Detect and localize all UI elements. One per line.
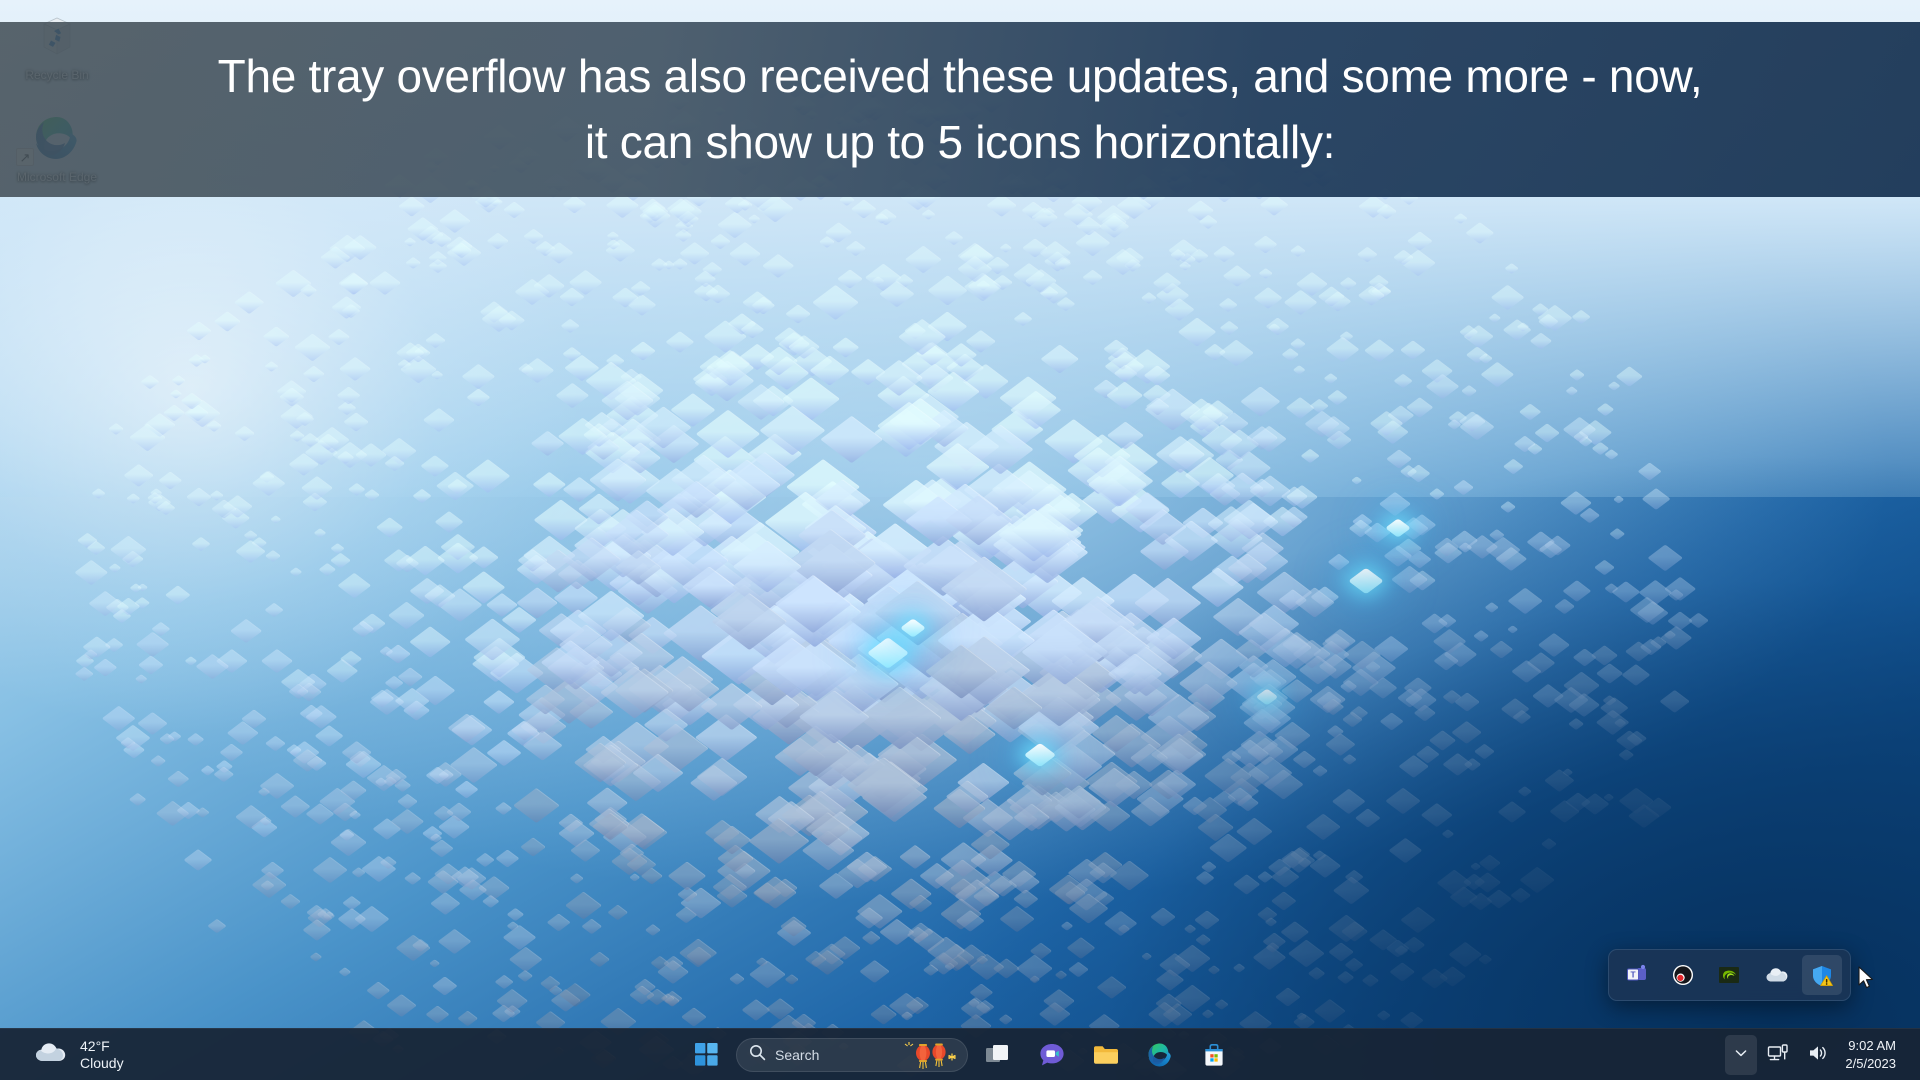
- clock-time: 9:02 AM: [1848, 1038, 1896, 1054]
- svg-text:T: T: [1631, 969, 1637, 979]
- tray-item-windows-security[interactable]: [1801, 955, 1842, 995]
- onedrive-icon: [1765, 964, 1788, 986]
- taskbar-search-box[interactable]: Search: [736, 1037, 968, 1072]
- taskbar-app-microsoft-store[interactable]: [1190, 1033, 1238, 1077]
- tray-overflow-flyout[interactable]: T: [1608, 949, 1851, 1001]
- banner-line-1: The tray overflow has also received thes…: [217, 50, 1703, 103]
- desktop-screen: Recycle Bin ↗ Microsoft Edge T: [0, 0, 1920, 1080]
- taskbar-app-task-view[interactable]: [974, 1033, 1022, 1077]
- weather-text: 42°F Cloudy: [80, 1038, 124, 1072]
- weather-temperature: 42°F: [80, 1037, 110, 1054]
- mouse-cursor: [1858, 966, 1876, 992]
- tray-chevron-up-button[interactable]: [1725, 1035, 1758, 1075]
- tray-item-onedrive[interactable]: [1756, 955, 1796, 995]
- tray-item-microsoft-teams[interactable]: T: [1617, 955, 1657, 995]
- microsoft-teams-icon: T: [1626, 964, 1648, 986]
- tray-item-obs-studio[interactable]: [1663, 955, 1703, 995]
- windows-security-icon: [1811, 964, 1833, 986]
- tray-item-nvidia-settings[interactable]: [1709, 955, 1749, 995]
- cloud-icon: [34, 1041, 68, 1070]
- banner-line-2: it can show up to 5 icons horizontally:: [584, 115, 1336, 168]
- volume-icon: [1807, 1043, 1829, 1068]
- taskbar-center-group: Search: [682, 1033, 1238, 1077]
- chevron-up-icon: [1733, 1045, 1749, 1066]
- weather-condition: Cloudy: [80, 1055, 124, 1071]
- taskbar-app-chat[interactable]: [1028, 1033, 1076, 1077]
- lunar-new-year-lanterns-icon: [899, 1040, 961, 1077]
- taskbar-app-microsoft-edge[interactable]: [1136, 1033, 1184, 1077]
- taskbar-system-tray: 9:02 AM 2/5/2023: [1725, 1029, 1906, 1080]
- overlay-caption-banner: The tray overflow has also received thes…: [0, 22, 1920, 197]
- taskbar-weather-widget[interactable]: 42°F Cloudy: [24, 1029, 134, 1080]
- search-icon: [749, 1044, 766, 1066]
- tray-volume-button[interactable]: [1799, 1035, 1837, 1075]
- taskbar: 42°F Cloudy Search 9:02 AM 2/5/2023: [0, 1028, 1920, 1080]
- clock-date: 2/5/2023: [1845, 1056, 1896, 1071]
- start-button[interactable]: [682, 1033, 730, 1077]
- taskbar-clock[interactable]: 9:02 AM 2/5/2023: [1839, 1037, 1906, 1072]
- search-placeholder: Search: [775, 1046, 820, 1063]
- nvidia-settings-icon: [1718, 964, 1740, 986]
- tray-network-button[interactable]: [1759, 1035, 1797, 1075]
- obs-studio-icon: [1672, 964, 1694, 986]
- taskbar-app-file-explorer[interactable]: [1082, 1033, 1130, 1077]
- network-icon: [1767, 1043, 1789, 1068]
